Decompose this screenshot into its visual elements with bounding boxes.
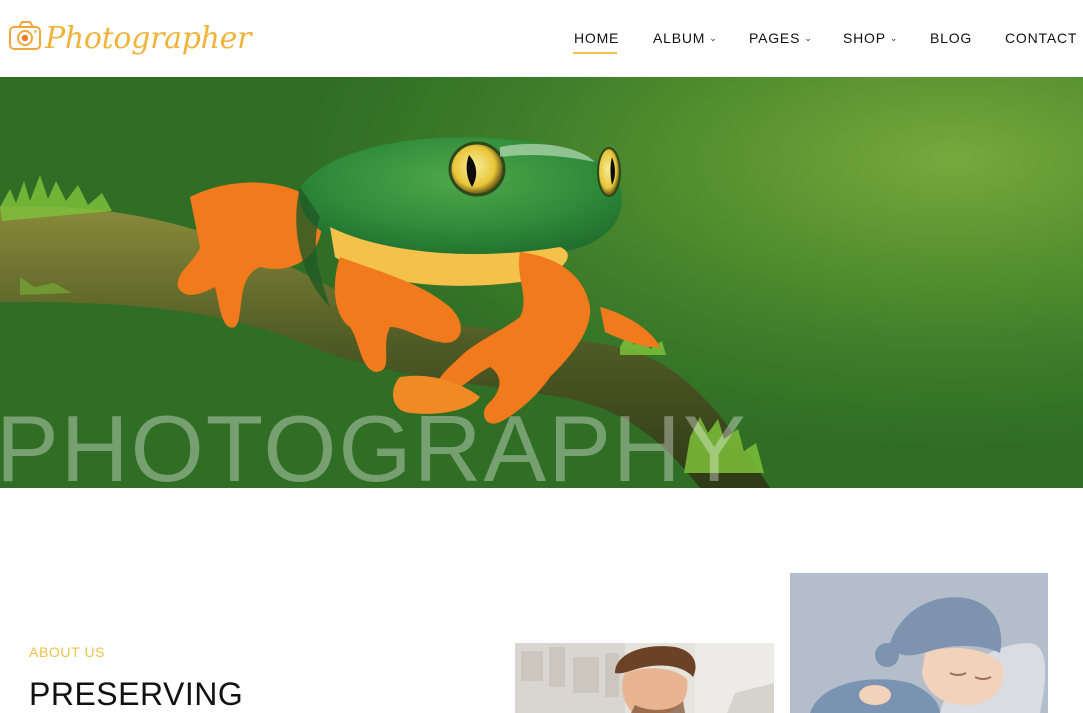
about-photo-man: [515, 643, 774, 713]
nav-contact-label: CONTACT: [1005, 30, 1078, 46]
nav-pages-label: PAGES: [749, 30, 801, 46]
nav-shop[interactable]: SHOP ⌄: [843, 30, 898, 46]
about-photo-baby: [790, 573, 1048, 713]
chevron-down-icon: ⌄: [804, 32, 813, 43]
site-header: Photographer HOME ALBUM ⌄ PAGES ⌄ SHOP ⌄…: [0, 0, 1083, 77]
nav-shop-label: SHOP: [843, 30, 886, 46]
nav-home-label: HOME: [574, 30, 620, 46]
nav-album-label: ALBUM: [653, 30, 706, 46]
chevron-down-icon: ⌄: [709, 32, 718, 43]
about-label: ABOUT US: [29, 644, 106, 660]
nav-album[interactable]: ALBUM ⌄: [653, 30, 718, 46]
nav-home[interactable]: HOME: [574, 30, 619, 46]
nav-contact[interactable]: CONTACT: [1005, 30, 1077, 46]
nav-blog-label: BLOG: [930, 30, 973, 46]
hero-banner: PHOTOGRAPHY: [0, 77, 1083, 488]
nav-pages[interactable]: PAGES ⌄: [749, 30, 813, 46]
chevron-down-icon: ⌄: [889, 32, 899, 43]
about-heading: PRESERVING: [29, 676, 244, 712]
main-nav: HOME ALBUM ⌄ PAGES ⌄ SHOP ⌄ BLOG CONTACT: [0, 30, 1083, 50]
active-nav-underline: [573, 52, 617, 54]
hero-overlay-text: PHOTOGRAPHY: [0, 396, 748, 489]
nav-blog[interactable]: BLOG: [930, 30, 972, 46]
